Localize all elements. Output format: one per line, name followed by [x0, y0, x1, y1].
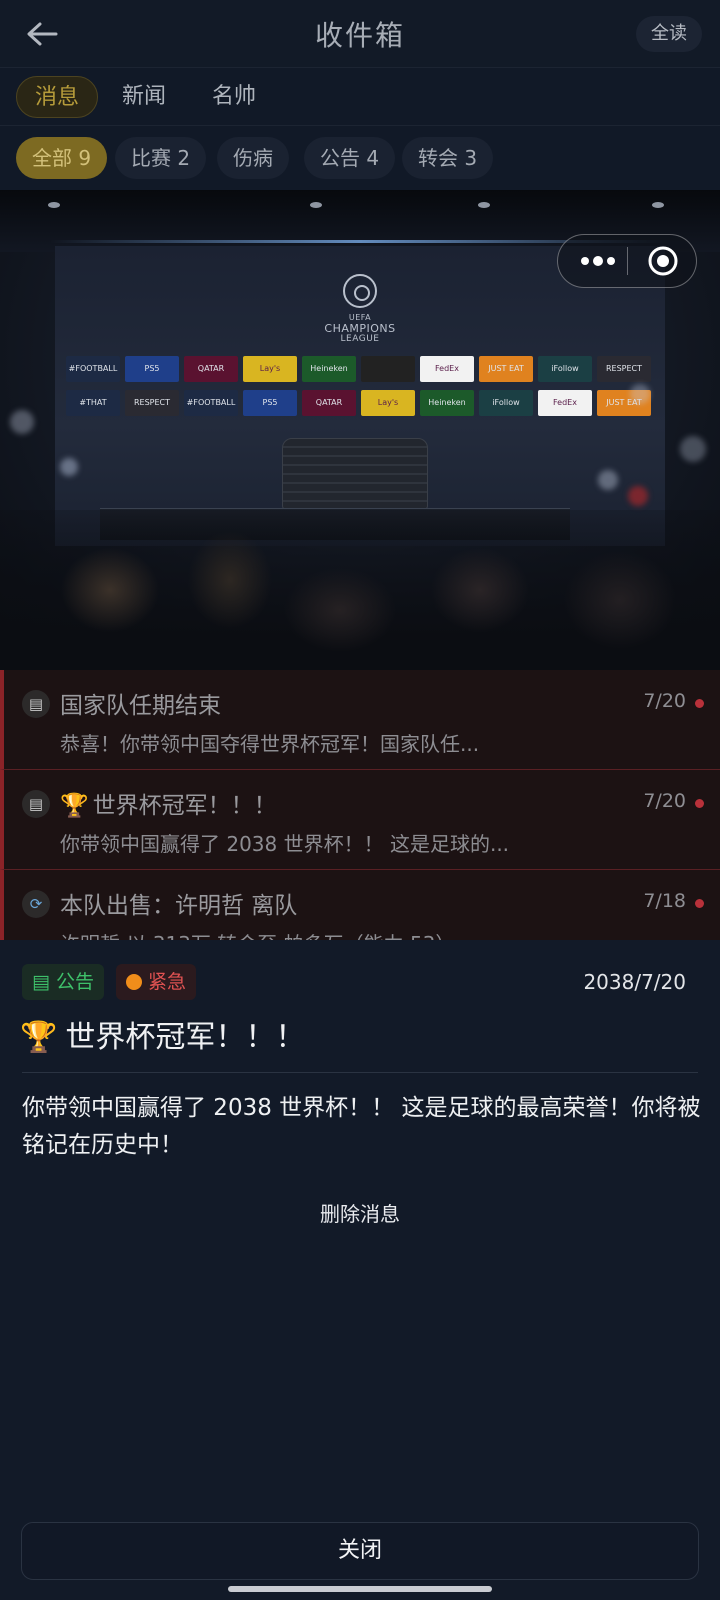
- delete-message-button[interactable]: 删除消息: [290, 1196, 430, 1232]
- filter-announcements[interactable]: 公告 4: [304, 137, 396, 179]
- unread-dot: [695, 699, 704, 708]
- trophy-icon: 🏆: [20, 1020, 58, 1055]
- message-title: 本队出售：许明哲 离队: [60, 893, 298, 919]
- capsule-divider: [627, 247, 628, 275]
- sponsor-board: #THAT: [66, 390, 120, 416]
- sponsor-board: FedEx: [420, 356, 474, 382]
- sponsor-board: QATAR: [302, 390, 356, 416]
- filter-matches[interactable]: 比赛 2: [115, 137, 207, 179]
- sponsor-board: RESPECT: [125, 390, 179, 416]
- sponsor-board: iFollow: [538, 356, 592, 382]
- champions-league-logo: UEFA CHAMPIONS LEAGUE: [320, 274, 400, 345]
- sponsor-board: PS5: [243, 390, 297, 416]
- ceiling-light: [478, 202, 490, 208]
- starball-icon: [343, 274, 377, 308]
- sponsor-board: #FOOTBALL: [184, 390, 238, 416]
- sponsor-board: iFollow: [479, 390, 533, 416]
- ceiling-light: [310, 202, 322, 208]
- message-list: ▤ 国家队任期结束 恭喜！你带领中国夺得世界杯冠军！国家队任... 7/20 ▤…: [0, 670, 720, 940]
- home-indicator[interactable]: [228, 1586, 492, 1592]
- sponsor-board: [361, 356, 415, 382]
- sponsor-board: JUST EAT: [479, 356, 533, 382]
- message-preview: 你带领中国赢得了 2038 世界杯！！ 这是足球的...: [60, 832, 510, 856]
- refresh-icon: ⟳: [22, 890, 50, 918]
- message-item[interactable]: ⟳ 本队出售：许明哲 离队 许明哲 以 313万 转会至 帕多瓦（能力 53） …: [0, 870, 720, 940]
- more-button[interactable]: [570, 235, 626, 287]
- message-title: 🏆 世界杯冠军！！！: [60, 793, 277, 819]
- read-all-button[interactable]: 全读: [636, 16, 702, 52]
- photographers-crowd: [0, 510, 720, 670]
- urgent-badge: 紧急: [116, 964, 197, 1000]
- divider: [22, 1072, 698, 1073]
- sponsor-board: Heineken: [420, 390, 474, 416]
- bokeh-light: [60, 458, 78, 476]
- bokeh-light: [630, 384, 650, 404]
- logo-line-league: LEAGUE: [340, 334, 380, 344]
- close-miniprogram-button[interactable]: [636, 235, 692, 287]
- press-chair: [282, 438, 428, 510]
- sponsor-board: PS5: [125, 356, 179, 382]
- message-title: 🏆 世界杯冠军！！！: [20, 1020, 306, 1055]
- page-title: 收件箱: [314, 19, 405, 52]
- orange-circle-icon: [126, 974, 142, 990]
- header-bar: 收件箱 全读: [0, 0, 720, 68]
- clipboard-icon: ▤: [32, 971, 50, 993]
- category-badge: ▤ 公告: [22, 964, 104, 1000]
- trophy-icon: 🏆: [60, 793, 89, 819]
- miniprogram-capsule: [557, 234, 697, 288]
- close-button[interactable]: 关闭: [21, 1522, 699, 1580]
- sponsor-board: RESPECT: [597, 356, 651, 382]
- message-preview: 许明哲 以 313万 转会至 帕多瓦（能力 53）: [60, 928, 455, 940]
- message-body: 你带领中国赢得了 2038 世界杯！！ 这是足球的最高荣誉！你将被铭记在历史中！: [22, 1095, 701, 1158]
- sponsor-board: #FOOTBALL: [66, 356, 120, 382]
- message-preview: 恭喜！你带领中国夺得世界杯冠军！国家队任...: [60, 732, 480, 756]
- bokeh-light: [598, 470, 618, 490]
- ceiling-light: [652, 202, 664, 208]
- target-close-icon: [648, 246, 678, 276]
- sponsor-board: FedEx: [538, 390, 592, 416]
- tab-news[interactable]: 新闻: [122, 76, 166, 118]
- unread-dot: [695, 899, 704, 908]
- filter-chips: 全部 9 比赛 2 伤病 公告 4 转会 3: [0, 126, 720, 190]
- bokeh-light: [628, 486, 648, 506]
- filter-injuries[interactable]: 伤病: [217, 137, 289, 179]
- message-date: 7/18: [643, 890, 686, 912]
- tab-messages[interactable]: 消息: [16, 76, 99, 118]
- sponsor-board: Lay's: [243, 356, 297, 382]
- sponsor-board: Heineken: [302, 356, 356, 382]
- message-item[interactable]: ▤ 🏆 世界杯冠军！！！ 你带领中国赢得了 2038 世界杯！！ 这是足球的...…: [0, 770, 720, 870]
- message-date: 7/20: [643, 690, 686, 712]
- bokeh-light: [680, 436, 706, 462]
- ceiling-light: [48, 202, 60, 208]
- clipboard-icon: ▤: [22, 690, 50, 718]
- tab-famous-coaches[interactable]: 名帅: [212, 76, 256, 118]
- sponsor-board: Lay's: [361, 390, 415, 416]
- filter-all[interactable]: 全部 9: [16, 137, 108, 179]
- unread-dot: [695, 799, 704, 808]
- more-dots-icon: [581, 256, 615, 266]
- clipboard-icon: ▤: [22, 790, 50, 818]
- message-date: 7/20: [643, 790, 686, 812]
- message-title: 国家队任期结束: [60, 693, 221, 719]
- message-date: 2038/7/20: [583, 970, 686, 994]
- sponsor-board: QATAR: [184, 356, 238, 382]
- message-detail-sheet: ▤ 公告 紧急 2038/7/20 🏆 世界杯冠军！！！ 你带领中国赢得了 2038…: [0, 940, 720, 1600]
- logo-line-champions: CHAMPIONS: [324, 322, 396, 335]
- filter-transfers[interactable]: 转会 3: [402, 137, 494, 179]
- message-item[interactable]: ▤ 国家队任期结束 恭喜！你带领中国夺得世界杯冠军！国家队任... 7/20: [0, 670, 720, 770]
- bokeh-light: [10, 410, 34, 434]
- category-tabs: 消息 新闻 名帅: [0, 68, 720, 126]
